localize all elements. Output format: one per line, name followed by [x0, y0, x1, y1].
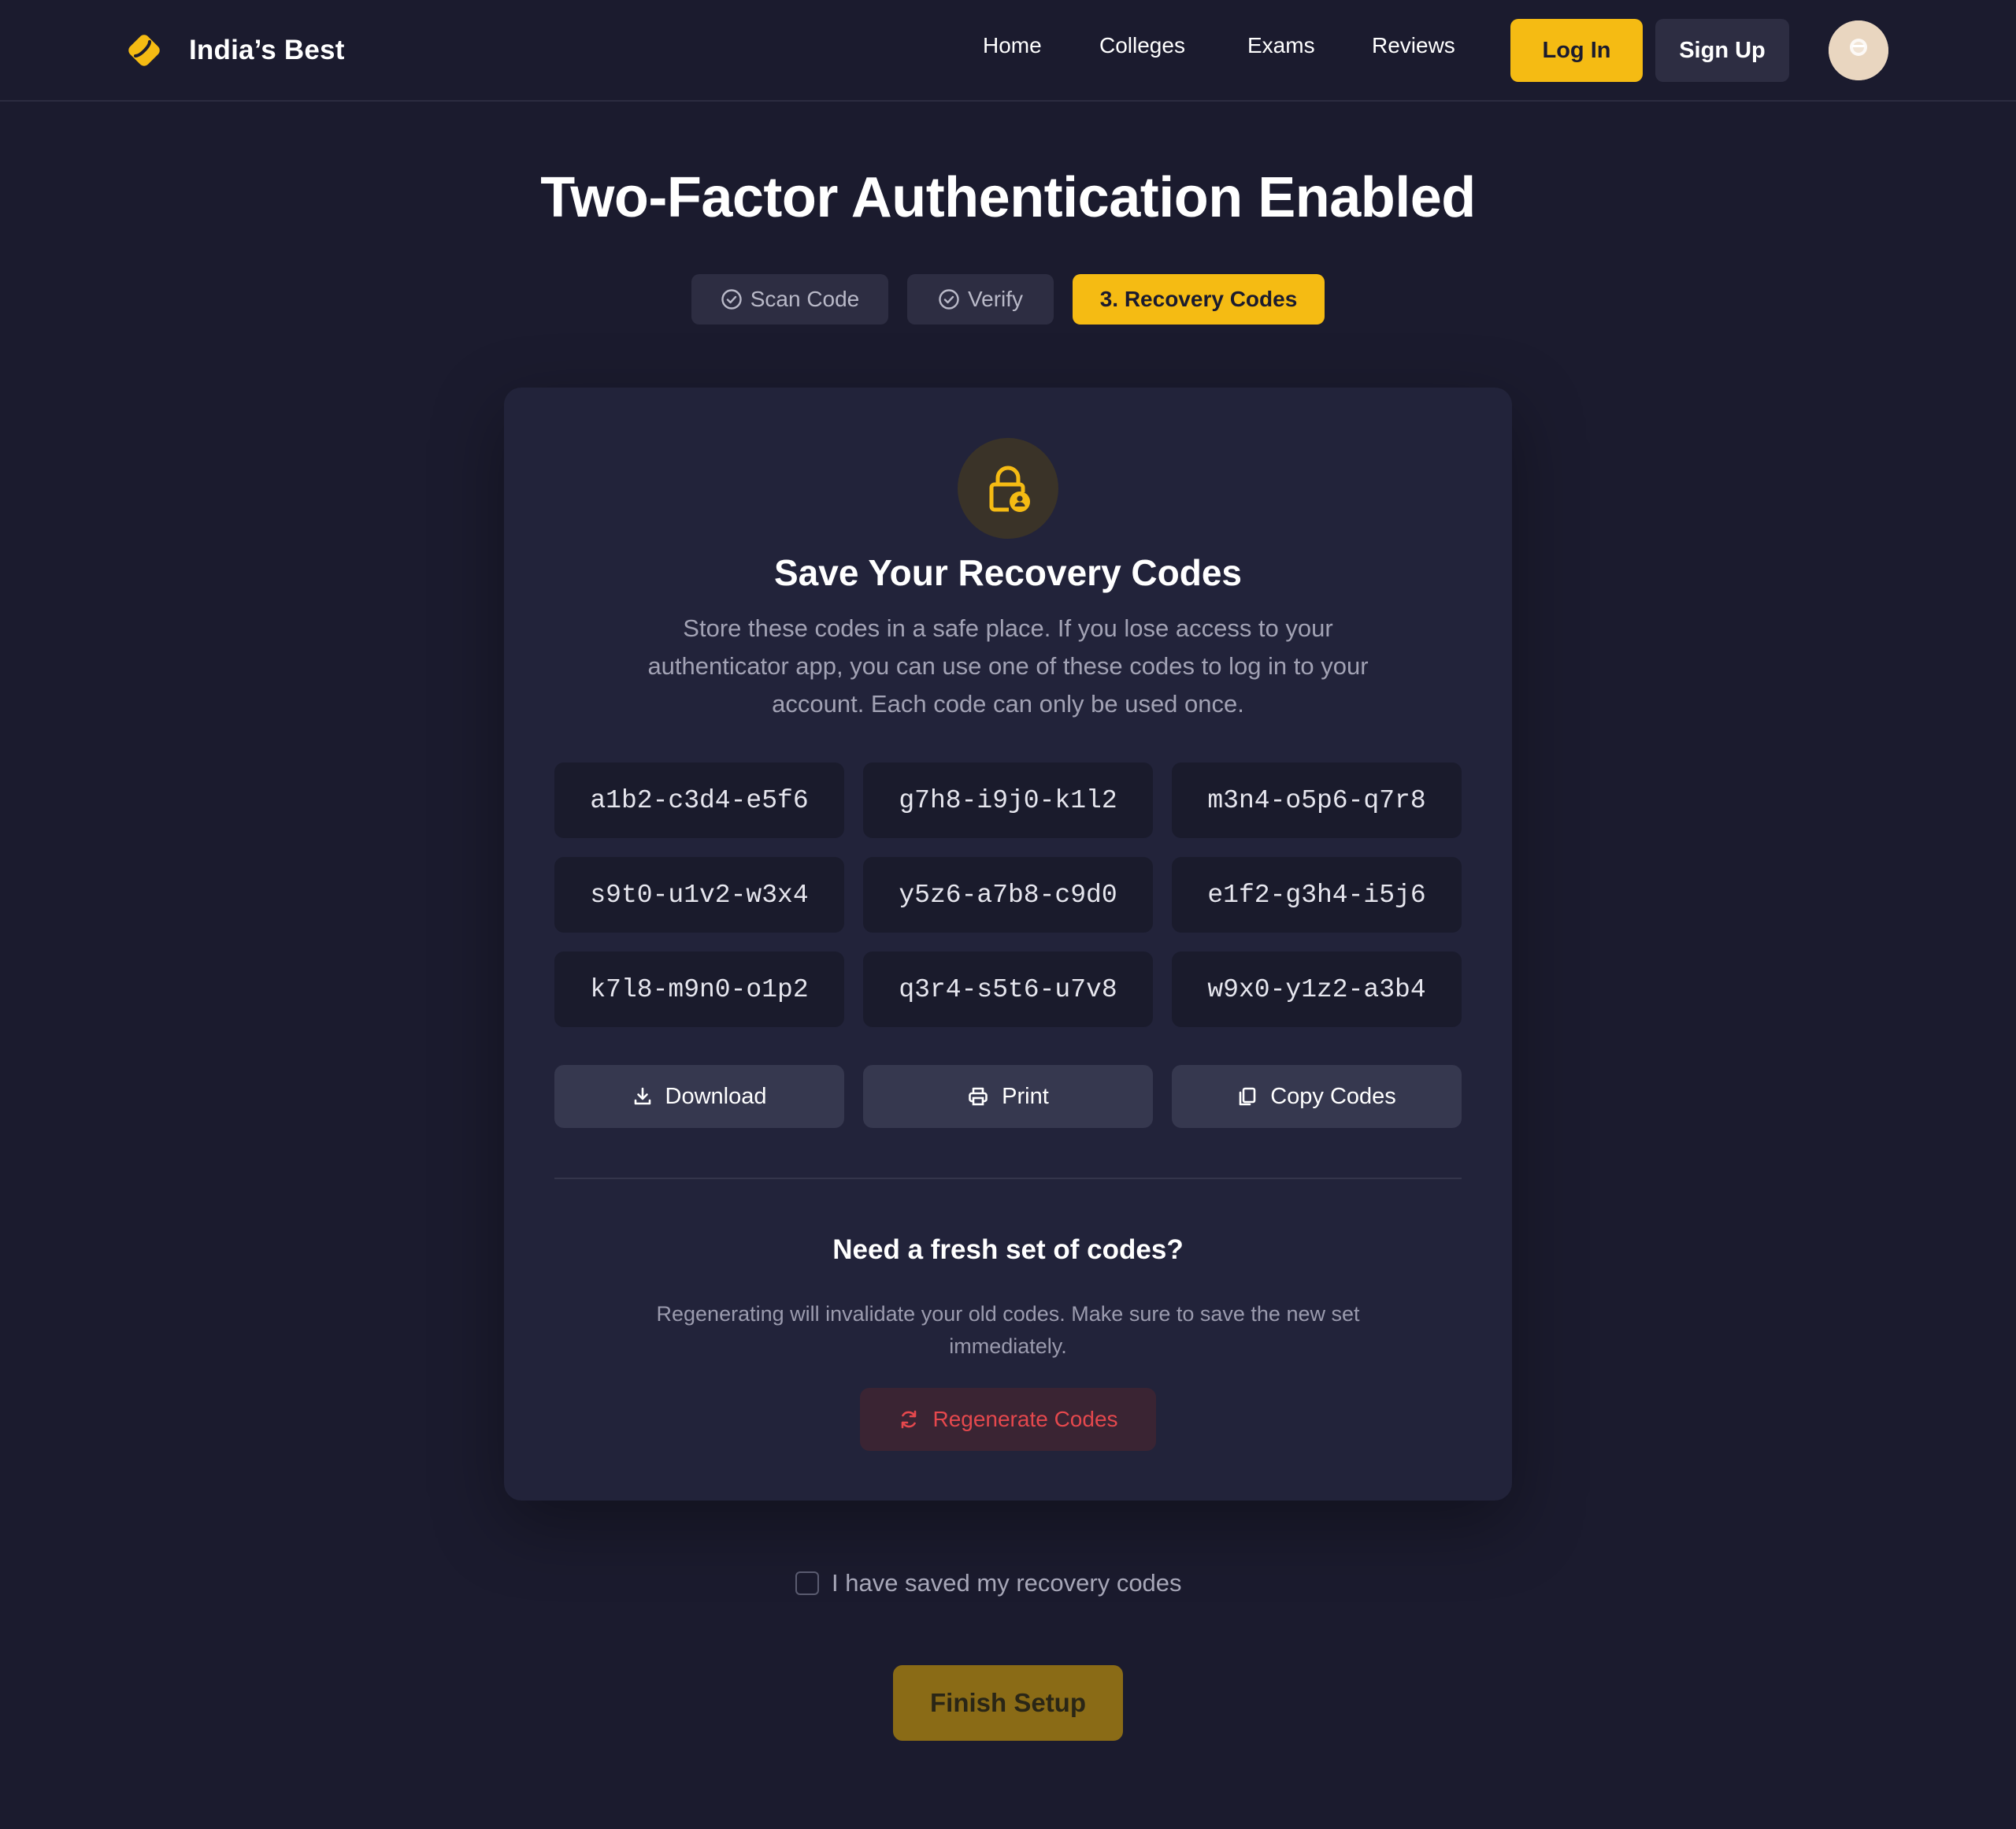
page-title: Two-Factor Authentication Enabled: [540, 166, 1476, 229]
brand-logo-icon: [128, 35, 160, 66]
avatar[interactable]: [1829, 20, 1888, 80]
regenerate-description: Regenerating will invalidate your old co…: [656, 1302, 1360, 1358]
card-title: Save Your Recovery Codes: [773, 552, 1243, 593]
saved-codes-checkbox[interactable]: [795, 1571, 819, 1595]
recovery-code: s9t0-u1v2-w3x4: [554, 857, 844, 933]
step-label: Scan Code: [750, 287, 860, 311]
recovery-code: e1f2-g3h4-i5j6: [1172, 857, 1462, 933]
brand-name: India’s Best: [189, 35, 345, 65]
recovery-code: k7l8-m9n0-o1p2: [554, 952, 844, 1027]
download-button[interactable]: Download: [554, 1065, 844, 1128]
step-verify[interactable]: Verify: [907, 274, 1054, 325]
lock-badge: [958, 438, 1058, 539]
top-navbar: India’s Best Home Colleges Exams Reviews…: [0, 0, 2016, 102]
regenerate-label: Regenerate Codes: [932, 1407, 1118, 1431]
check-circle-icon: [721, 289, 742, 310]
copy-codes-button[interactable]: Copy Codes: [1172, 1065, 1462, 1128]
brand[interactable]: India’s Best: [126, 28, 345, 72]
print-button[interactable]: Print: [863, 1065, 1153, 1128]
recovery-code: q3r4-s5t6-u7v8: [863, 952, 1153, 1027]
printer-icon: [969, 1087, 988, 1106]
recovery-code: g7h8-i9j0-k1l2: [863, 762, 1153, 838]
step-label: 3. Recovery Codes: [1099, 287, 1298, 311]
recovery-code: m3n4-o5p6-q7r8: [1172, 762, 1462, 838]
saved-codes-label: I have saved my recovery codes: [832, 1569, 1182, 1597]
recovery-code: y5z6-a7b8-c9d0: [863, 857, 1153, 933]
step-label: Verify: [967, 287, 1024, 311]
download-label: Download: [665, 1083, 767, 1109]
step-recovery-codes[interactable]: 3. Recovery Codes: [1073, 274, 1325, 325]
finish-setup-button[interactable]: Finish Setup: [893, 1665, 1123, 1741]
nav-reviews[interactable]: Reviews: [1372, 33, 1455, 58]
regenerate-heading: Need a fresh set of codes?: [832, 1234, 1184, 1265]
card-description: Store these codes in a safe place. If yo…: [647, 614, 1369, 718]
print-label: Print: [1002, 1083, 1049, 1109]
recovery-codes-card: Save Your Recovery Codes Store these cod…: [504, 388, 1512, 1501]
lock-user-icon: [989, 466, 1030, 512]
step-scan-code[interactable]: Scan Code: [691, 274, 888, 325]
login-button[interactable]: Log In: [1510, 19, 1643, 82]
nav-colleges[interactable]: Colleges: [1099, 33, 1185, 58]
regenerate-codes-button[interactable]: Regenerate Codes: [860, 1388, 1156, 1451]
download-icon: [634, 1087, 650, 1105]
check-circle-icon: [939, 289, 959, 310]
copy-label: Copy Codes: [1270, 1083, 1396, 1109]
recovery-code: a1b2-c3d4-e5f6: [554, 762, 844, 838]
signup-button[interactable]: Sign Up: [1655, 19, 1789, 82]
divider: [554, 1178, 1462, 1179]
nav-exams[interactable]: Exams: [1247, 33, 1315, 58]
refresh-icon: [902, 1410, 917, 1429]
recovery-code: w9x0-y1z2-a3b4: [1172, 952, 1462, 1027]
saved-codes-confirmation[interactable]: I have saved my recovery codes: [795, 1566, 1182, 1601]
nav-home[interactable]: Home: [983, 33, 1042, 58]
user-avatar-icon: [1829, 20, 1888, 80]
copy-icon: [1239, 1087, 1256, 1106]
